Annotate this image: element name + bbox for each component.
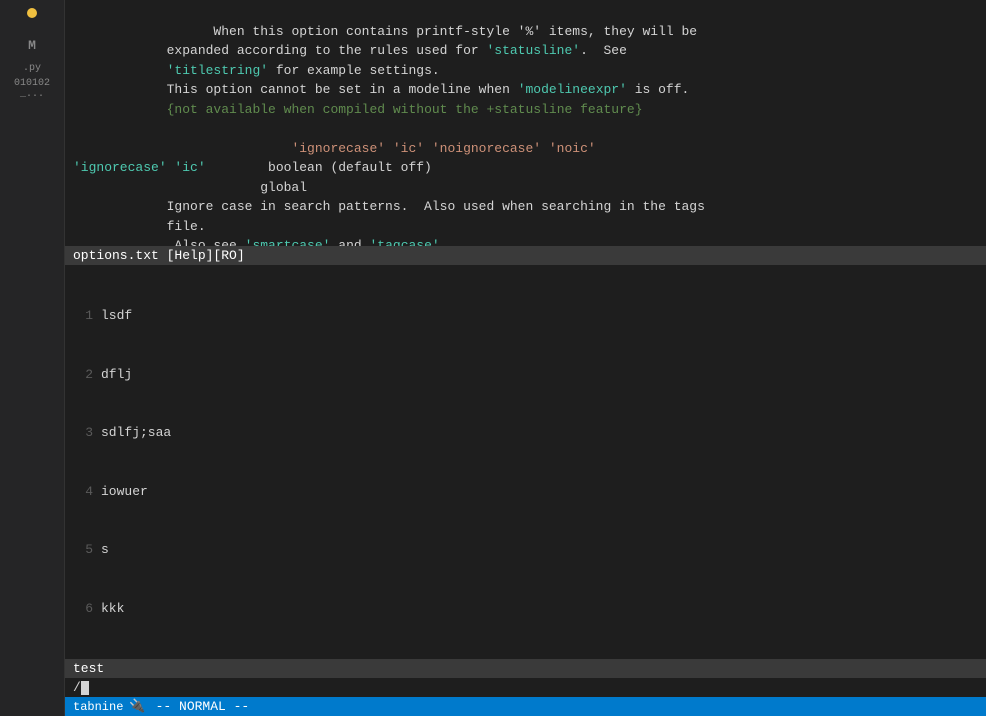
buffer-line-3: 3 sdlfj;saa	[73, 423, 978, 443]
line-num-4: 4	[73, 482, 93, 502]
help-pane[interactable]: When this option contains printf-style '…	[65, 0, 986, 246]
cmd-buffer-name: test	[65, 659, 986, 678]
buffer-line-5: 5s	[73, 540, 978, 560]
statusline-bottom: tabnine 🔌 -- NORMAL --	[65, 697, 986, 716]
buffer-line-1: 1 lsdf	[73, 306, 978, 326]
cmd-input-line[interactable]: /	[65, 678, 986, 697]
buffer-line-2: 2 dflj	[73, 365, 978, 385]
sidebar-dot	[27, 8, 37, 18]
cmd-slash: /	[73, 680, 81, 695]
tabnine-label: tabnine	[73, 700, 123, 714]
line-num-5: 5	[73, 540, 93, 560]
tabnine-icon: 🔌	[129, 699, 145, 714]
help-statusbar: options.txt [Help][RO]	[65, 246, 986, 265]
line-text-2: dflj	[101, 367, 132, 382]
line-text-1: lsdf	[101, 308, 132, 323]
main-content: When this option contains printf-style '…	[65, 0, 986, 716]
help-text: When this option contains printf-style '…	[65, 0, 986, 246]
buffer-line-6: 6 kkk	[73, 599, 978, 619]
buffer-pane: 1 lsdf 2 dflj 3 sdlfj;saa 4 iowuer 5s 6 kkk	[65, 265, 986, 659]
line-text-5: s	[101, 542, 109, 557]
cmd-cursor	[81, 681, 89, 695]
sidebar-file-2: 010102_...	[0, 78, 64, 100]
sidebar-file-1: .py	[19, 63, 45, 74]
buffer-content: 1 lsdf 2 dflj 3 sdlfj;saa 4 iowuer 5s 6 kkk	[65, 265, 986, 659]
line-text-6: kkk	[101, 601, 124, 616]
line-text-4: iowuer	[101, 484, 148, 499]
line-num-1: 1	[73, 306, 93, 326]
sidebar-m-label: M	[28, 38, 36, 53]
vim-mode: -- NORMAL --	[156, 699, 250, 714]
buffer-line-4: 4 iowuer	[73, 482, 978, 502]
line-num-3: 3	[73, 423, 93, 443]
line-text-3: sdlfj;saa	[101, 425, 171, 440]
sidebar: M .py 010102_...	[0, 0, 65, 716]
status-left: tabnine 🔌	[73, 699, 146, 714]
line-num-6: 6	[73, 599, 93, 619]
line-num-2: 2	[73, 365, 93, 385]
